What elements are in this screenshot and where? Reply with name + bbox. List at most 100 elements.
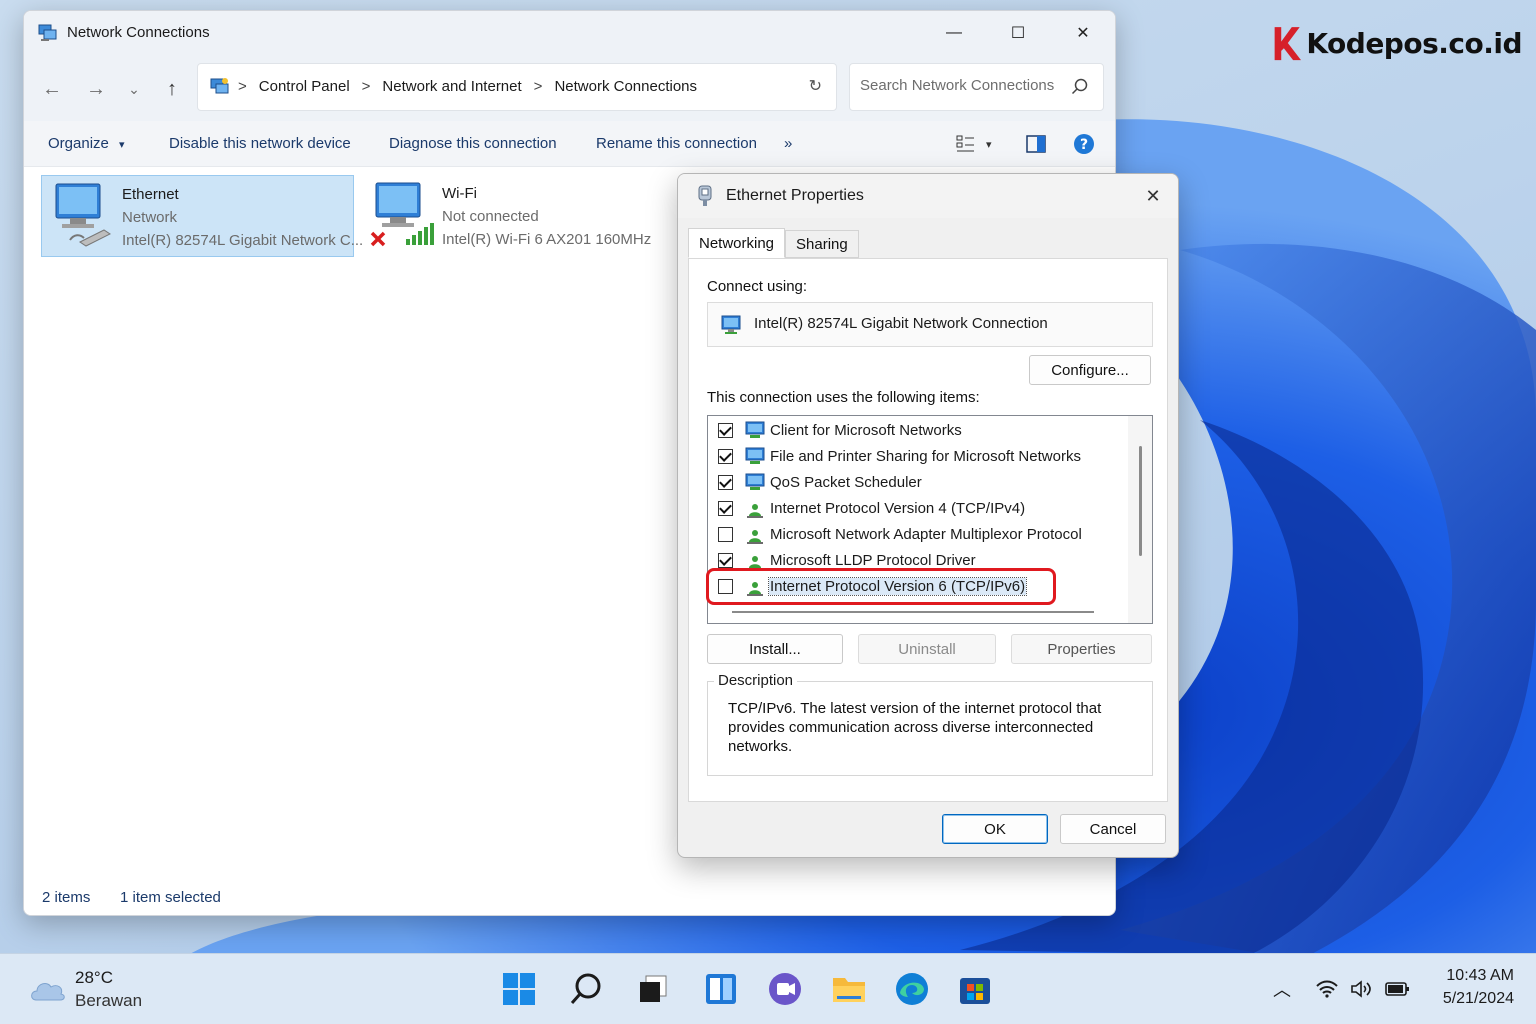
preview-pane-icon[interactable] <box>1026 133 1046 155</box>
annotation-highlight <box>706 568 1056 605</box>
start-icon[interactable] <box>499 969 539 1009</box>
selection-count: 1 item selected <box>120 889 221 906</box>
list-item-file-printer-sharing[interactable]: File and Printer Sharing for Microsoft N… <box>708 444 1128 470</box>
battery-icon[interactable] <box>1385 976 1411 1002</box>
view-options-icon <box>956 135 974 152</box>
items-label: This connection uses the following items… <box>707 389 980 406</box>
list-item-client-networks[interactable]: Client for Microsoft Networks <box>708 418 1128 444</box>
minimize-button[interactable]: — <box>922 11 986 55</box>
disable-device-button[interactable]: Disable this network device <box>169 135 351 152</box>
organize-menu[interactable]: Organize ▾ <box>48 135 125 152</box>
item-label: File and Printer Sharing for Microsoft N… <box>770 448 1081 465</box>
connection-adapter: Intel(R) 82574L Gigabit Network C... <box>122 232 364 249</box>
dialog-close-button[interactable]: ✕ <box>1138 182 1168 210</box>
network-adapter-icon <box>721 315 741 334</box>
network-service-icon <box>745 473 765 490</box>
address-bar[interactable]: > Control Panel > Network and Internet >… <box>197 63 837 111</box>
breadcrumb-network-connections[interactable]: Network Connections <box>554 78 697 95</box>
scrollbar-thumb[interactable] <box>1139 446 1142 556</box>
organize-label: Organize <box>48 135 109 152</box>
ethernet-plug-icon <box>698 185 712 206</box>
uninstall-button[interactable]: Uninstall <box>858 634 996 664</box>
install-button[interactable]: Install... <box>707 634 843 664</box>
help-icon[interactable]: ? <box>1073 133 1095 155</box>
item-checkbox[interactable] <box>718 423 733 438</box>
item-label: Internet Protocol Version 4 (TCP/IPv4) <box>770 500 1026 517</box>
refresh-icon[interactable]: ↻ <box>809 76 822 96</box>
connection-name: Wi-Fi <box>442 185 477 202</box>
recent-locations-button[interactable]: ⌄ <box>120 75 148 103</box>
configure-button[interactable]: Configure... <box>1029 355 1151 385</box>
change-view-button[interactable]: ▾ <box>956 133 992 155</box>
tab-sharing[interactable]: Sharing <box>785 230 859 258</box>
cancel-button[interactable]: Cancel <box>1060 814 1166 844</box>
connection-status: Network <box>122 209 178 226</box>
breadcrumb-control-panel[interactable]: Control Panel <box>259 78 350 95</box>
wifi-icon[interactable] <box>1314 976 1340 1002</box>
up-button[interactable]: ↑ <box>158 75 186 103</box>
wifi-adapter-icon <box>370 182 434 247</box>
properties-button[interactable]: Properties <box>1011 634 1152 664</box>
chat-icon[interactable] <box>765 969 805 1009</box>
breadcrumb: > Control Panel > Network and Internet >… <box>238 78 697 95</box>
item-checkbox[interactable] <box>718 527 733 542</box>
widgets-icon[interactable] <box>701 969 741 1009</box>
item-checkbox[interactable] <box>718 449 733 464</box>
connection-item-ethernet[interactable]: Ethernet Network Intel(R) 82574L Gigabit… <box>41 175 363 257</box>
item-label: Microsoft Network Adapter Multiplexor Pr… <box>770 526 1082 543</box>
horizontal-scrollbar[interactable] <box>732 611 1094 613</box>
weather-condition[interactable]: Berawan <box>75 991 142 1011</box>
maximize-button[interactable]: ☐ <box>986 11 1050 55</box>
kodepos-logo-mark <box>1274 27 1302 61</box>
connection-adapter: Intel(R) Wi-Fi 6 AX201 160MHz <box>442 231 652 248</box>
task-view-icon[interactable] <box>633 969 673 1009</box>
watermark-text: Kodepos.co.id <box>1306 26 1522 60</box>
search-icon[interactable] <box>1071 78 1089 96</box>
networking-panel: Connect using: Intel(R) 82574L Gigabit N… <box>688 258 1168 802</box>
breadcrumb-network-and-internet[interactable]: Network and Internet <box>382 78 521 95</box>
rename-connection-button[interactable]: Rename this connection <box>596 135 757 152</box>
forward-button[interactable]: → <box>82 75 110 103</box>
store-icon[interactable] <box>955 969 995 1009</box>
item-checkbox[interactable] <box>718 475 733 490</box>
search-icon[interactable] <box>566 969 606 1009</box>
close-button[interactable]: ✕ <box>1051 11 1115 55</box>
network-service-icon <box>745 447 765 464</box>
show-hidden-icons-chevron[interactable]: ︿ <box>1270 976 1294 1002</box>
search-box[interactable] <box>849 63 1104 111</box>
more-commands-icon[interactable]: » <box>784 135 792 152</box>
cloud-icon <box>31 983 65 1001</box>
list-item-qos-scheduler[interactable]: QoS Packet Scheduler <box>708 470 1128 496</box>
description-label: Description <box>714 672 798 689</box>
item-checkbox[interactable] <box>718 553 733 568</box>
diagnose-connection-button[interactable]: Diagnose this connection <box>389 135 557 152</box>
ethernet-properties-dialog: Ethernet Properties ✕ Networking Sharing… <box>677 173 1179 858</box>
ok-button[interactable]: OK <box>942 814 1048 844</box>
weather-temperature[interactable]: 28°C <box>75 968 113 988</box>
edge-icon[interactable] <box>892 969 932 1009</box>
dialog-title: Ethernet Properties <box>726 187 864 204</box>
breadcrumb-separator[interactable]: > <box>534 78 543 95</box>
item-count: 2 items <box>42 889 91 906</box>
file-explorer-icon[interactable] <box>829 969 869 1009</box>
clock-date[interactable]: 5/21/2024 <box>1443 990 1514 1008</box>
network-client-icon <box>745 421 765 438</box>
item-label: QoS Packet Scheduler <box>770 474 922 491</box>
breadcrumb-separator: > <box>238 78 247 95</box>
adapter-name: Intel(R) 82574L Gigabit Network Connecti… <box>754 315 1048 332</box>
control-panel-icon <box>210 78 229 94</box>
connection-item-wifi[interactable]: Wi-Fi Not connected Intel(R) Wi-Fi 6 AX2… <box>362 175 662 257</box>
tab-networking[interactable]: Networking <box>688 228 786 258</box>
item-checkbox[interactable] <box>718 501 733 516</box>
search-input[interactable] <box>860 77 1060 94</box>
list-item-ipv4[interactable]: Internet Protocol Version 4 (TCP/IPv4) <box>708 496 1128 522</box>
volume-icon[interactable] <box>1349 976 1375 1002</box>
list-item-multiplexor[interactable]: Microsoft Network Adapter Multiplexor Pr… <box>708 522 1128 548</box>
window-titlebar[interactable]: Network Connections — ☐ ✕ <box>24 11 1115 55</box>
breadcrumb-separator[interactable]: > <box>362 78 371 95</box>
dialog-titlebar[interactable]: Ethernet Properties ✕ <box>678 174 1178 218</box>
list-scrollbar[interactable] <box>1128 416 1152 623</box>
chevron-down-icon: ▾ <box>119 139 125 151</box>
clock-time[interactable]: 10:43 AM <box>1446 967 1514 985</box>
back-button[interactable]: ← <box>38 75 66 103</box>
